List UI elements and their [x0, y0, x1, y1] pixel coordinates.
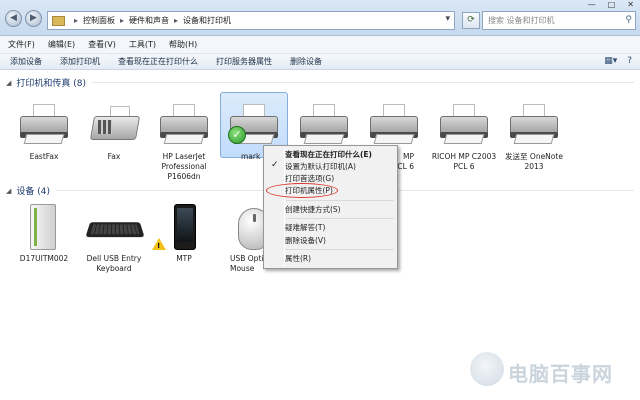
menu-item-create-shortcut[interactable]: 创建快捷方式(S)	[285, 204, 395, 215]
forward-button[interactable]: ▶	[25, 10, 42, 27]
breadcrumb-separator-icon: ▸	[120, 16, 125, 25]
device-label: EastFax	[29, 152, 59, 161]
device-label: RICOH MP C2003 PCL 6	[431, 152, 497, 171]
minimize-button[interactable]: —	[588, 0, 596, 10]
maximize-button[interactable]: □	[608, 0, 616, 10]
printer-icon	[156, 102, 212, 150]
device-label: HP LaserJet Professional P1606dn	[161, 152, 207, 181]
menu-bar: 文件(F) 编辑(E) 查看(V) 工具(T) 帮助(H)	[0, 36, 640, 54]
menu-item-see-printing[interactable]: 查看现在正在打印什么(E)	[285, 149, 395, 160]
menu-help[interactable]: 帮助(H)	[169, 39, 197, 50]
highlight-oval	[266, 183, 338, 198]
menu-view[interactable]: 查看(V)	[88, 39, 116, 50]
menu-item-troubleshoot[interactable]: 疑难解答(T)	[285, 222, 395, 233]
view-options-icon[interactable]: ▦▾	[604, 56, 617, 66]
collapse-triangle-icon[interactable]: ◢	[6, 79, 11, 87]
collapse-triangle-icon[interactable]: ◢	[6, 187, 11, 195]
watermark-text: 电脑百事网	[508, 362, 613, 386]
printer-item[interactable]: EastFax	[10, 102, 78, 162]
breadcrumb-hardware-sound[interactable]: 硬件和声音	[129, 15, 169, 26]
address-bar-area: — □ ✕ ◀ ▶ ▸ 控制面板 ▸ 硬件和声音 ▸ 设备和打印机 ▾ ⟳ 搜索…	[0, 0, 640, 36]
printer-icon	[296, 102, 352, 150]
printer-item[interactable]: HP LaserJet Professional P1606dn	[150, 102, 218, 182]
search-icon[interactable]: ⚲	[625, 12, 632, 29]
printer-item[interactable]: 发送至 OneNote 2013	[500, 102, 568, 172]
print-server-properties-button[interactable]: 打印服务器属性	[216, 56, 272, 67]
device-item[interactable]: D17UITM002	[10, 204, 78, 264]
close-button[interactable]: ✕	[627, 0, 634, 10]
add-printer-button[interactable]: 添加打印机	[60, 56, 100, 67]
device-item[interactable]: Dell USB Entry Keyboard	[80, 204, 148, 274]
printer-item[interactable]: RICOH MP C2003 PCL 6	[430, 102, 498, 172]
printer-icon	[436, 102, 492, 150]
warning-mark-icon: !	[157, 242, 161, 250]
see-whats-printing-button[interactable]: 查看现在正在打印什么	[118, 56, 198, 67]
menu-item-set-default[interactable]: 设置为默认打印机(A)	[285, 161, 395, 172]
menu-separator	[286, 218, 394, 219]
breadcrumb-devices-printers[interactable]: 设备和打印机	[183, 15, 231, 26]
help-icon[interactable]: ?	[627, 56, 632, 66]
device-label: 发送至 OneNote 2013	[505, 152, 563, 171]
group-header-printers[interactable]: ◢ 打印机和传真 (8)	[6, 76, 634, 89]
menu-separator	[286, 200, 394, 201]
breadcrumb-separator-icon: ▸	[74, 16, 79, 25]
chevron-down-icon[interactable]: ▾	[445, 14, 450, 24]
command-bar: 添加设备 添加打印机 查看现在正在打印什么 打印服务器属性 删除设备 ▦▾ ?	[0, 54, 640, 70]
printer-icon: ✓	[226, 102, 282, 150]
device-label: MTP	[176, 254, 192, 263]
refresh-button[interactable]: ⟳	[462, 12, 480, 29]
search-input[interactable]: 搜索 设备和打印机 ⚲	[482, 11, 636, 30]
divider	[92, 82, 634, 83]
group-title: 设备 (4)	[16, 187, 51, 197]
back-button[interactable]: ◀	[5, 10, 22, 27]
printer-icon	[366, 102, 422, 150]
menu-tools[interactable]: 工具(T)	[129, 39, 156, 50]
default-check-icon: ✓	[228, 126, 246, 144]
remove-device-button[interactable]: 删除设备	[290, 56, 322, 67]
breadcrumb-separator-icon: ▸	[174, 16, 179, 25]
device-label: Dell USB Entry Keyboard	[86, 254, 142, 273]
fax-icon	[86, 102, 142, 150]
check-icon: ✓	[271, 160, 279, 170]
add-device-button[interactable]: 添加设备	[10, 56, 42, 67]
menu-item-remove-device[interactable]: 删除设备(V)	[285, 235, 395, 246]
fax-item[interactable]: Fax	[80, 102, 148, 162]
menu-edit[interactable]: 编辑(E)	[48, 39, 75, 50]
printer-icon	[506, 102, 562, 150]
hard-drive-icon	[16, 204, 72, 252]
device-item[interactable]: ! MTP	[150, 204, 218, 264]
breadcrumb-control-panel[interactable]: 控制面板	[83, 15, 115, 26]
window-controls: — □ ✕	[576, 0, 634, 10]
phone-icon: !	[152, 204, 212, 252]
folder-icon	[52, 15, 65, 26]
address-field[interactable]: ▸ 控制面板 ▸ 硬件和声音 ▸ 设备和打印机 ▾	[47, 11, 455, 30]
menu-file[interactable]: 文件(F)	[8, 39, 35, 50]
watermark-logo-icon	[470, 352, 504, 386]
search-placeholder: 搜索 设备和打印机	[488, 16, 555, 25]
context-menu: 查看现在正在打印什么(E) ✓ 设置为默认打印机(A) 打印首选项(G) 打印机…	[263, 145, 398, 269]
group-title: 打印机和传真 (8)	[16, 79, 87, 89]
menu-item-properties[interactable]: 属性(R)	[285, 253, 395, 264]
device-label: D17UITM002	[19, 254, 69, 263]
keyboard-icon	[85, 204, 145, 252]
printer-icon	[16, 102, 72, 150]
device-label: Fax	[107, 152, 121, 161]
menu-separator	[286, 249, 394, 250]
view-controls: ▦▾ ?	[594, 56, 632, 66]
